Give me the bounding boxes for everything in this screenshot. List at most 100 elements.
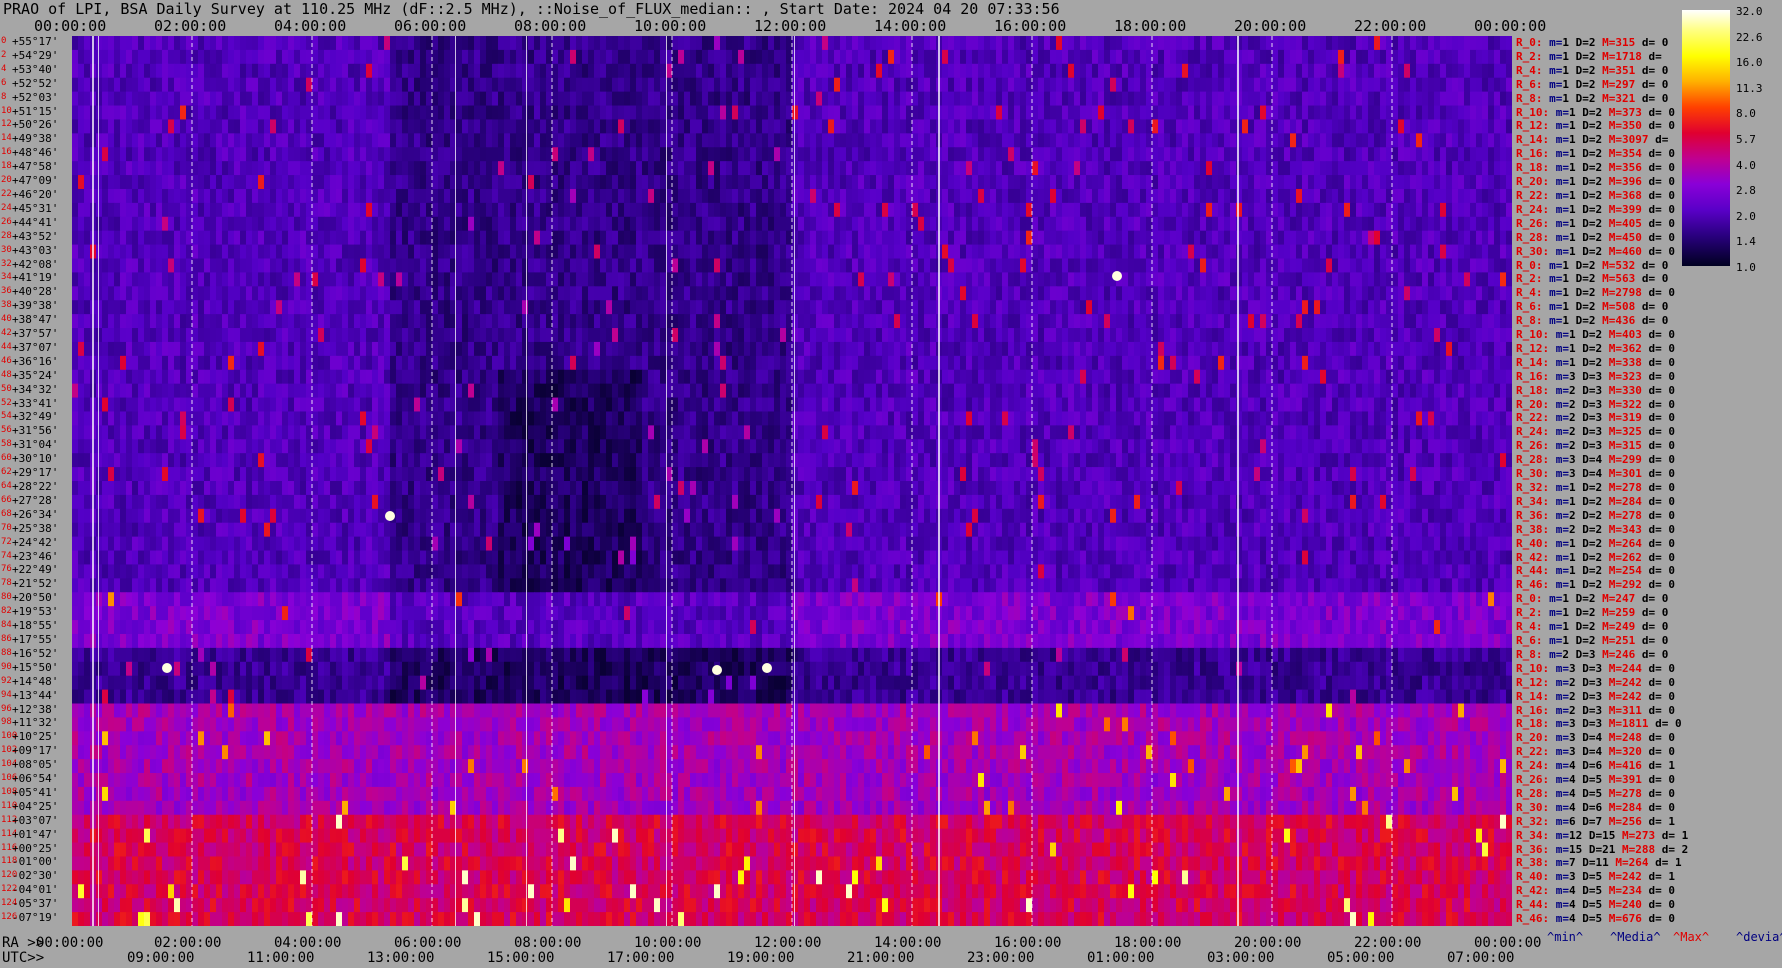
heatmap-cell — [144, 258, 151, 274]
heatmap-cell — [444, 175, 451, 190]
heatmap-cell — [642, 244, 649, 260]
heatmap-cell — [1434, 105, 1441, 121]
heatmap-cell — [684, 175, 691, 190]
heatmap-cell — [1134, 105, 1141, 121]
heatmap-cell — [168, 286, 175, 301]
heatmap-cell — [1404, 216, 1411, 232]
heatmap-cell — [624, 147, 631, 162]
heatmap-cell — [1140, 105, 1147, 121]
heatmap-cell — [1062, 49, 1069, 65]
heatmap-cell — [588, 202, 595, 218]
heatmap-cell — [828, 216, 835, 232]
declination: +22°49' — [12, 563, 59, 577]
heatmap-cell — [816, 133, 823, 148]
heatmap-cell — [174, 244, 181, 260]
heatmap-cell — [894, 230, 901, 246]
heatmap-cell — [1440, 161, 1447, 176]
heatmap-cell — [1506, 272, 1512, 287]
heatmap-cell — [612, 258, 619, 274]
heatmap-cell — [588, 63, 595, 79]
heatmap-cell — [768, 175, 775, 190]
heatmap-cell — [900, 63, 907, 79]
heatmap-cell — [1002, 105, 1009, 121]
heatmap-cell — [204, 91, 211, 107]
heatmap-cell — [246, 105, 253, 121]
heatmap-cell — [384, 188, 391, 204]
heatmap-cell — [564, 161, 571, 176]
heatmap-cell — [624, 77, 631, 93]
heatmap-cell — [420, 161, 427, 176]
heatmap-cell — [1458, 161, 1465, 176]
heatmap-cell — [1434, 147, 1441, 162]
heatmap-cell — [738, 202, 745, 218]
heatmap-cell — [684, 244, 691, 260]
heatmap-cell — [972, 300, 979, 315]
heatmap-cell — [864, 300, 871, 315]
heatmap-cell — [600, 286, 607, 301]
heatmap-cell — [624, 188, 631, 204]
heatmap-cell — [138, 91, 145, 107]
heatmap-cell — [1500, 216, 1507, 232]
heatmap-cell — [108, 63, 115, 79]
heatmap-cell — [960, 300, 967, 315]
heatmap-cell — [978, 244, 985, 260]
heatmap-cell — [768, 36, 775, 51]
heatmap-cell — [1212, 63, 1219, 79]
heatmap-cell — [864, 230, 871, 246]
heatmap-cell — [1122, 119, 1129, 134]
heatmap-cell — [192, 119, 199, 134]
heatmap-cell — [582, 244, 589, 260]
heatmap-cell — [1086, 147, 1093, 162]
heatmap-cell — [924, 91, 931, 107]
heatmap-cell — [168, 49, 175, 65]
heatmap-cell — [468, 244, 475, 260]
heatmap-cell — [294, 49, 301, 65]
heatmap-cell — [1296, 105, 1303, 121]
heatmap-cell — [1482, 105, 1489, 121]
heatmap-cell — [390, 286, 397, 301]
heatmap-cell — [1194, 63, 1201, 79]
heatmap-cell — [402, 36, 409, 51]
heatmap-cell — [132, 147, 139, 162]
heatmap-cell — [1494, 105, 1501, 121]
heatmap-cell — [264, 63, 271, 79]
heatmap-cell — [1068, 258, 1075, 274]
heatmap-cell — [1164, 216, 1171, 232]
heatmap-cell — [1008, 36, 1015, 51]
heatmap-cell — [1086, 244, 1093, 260]
heatmap-cell — [84, 286, 91, 301]
heatmap-cell — [468, 161, 475, 176]
heatmap-cell — [1032, 272, 1039, 287]
heatmap-cell — [918, 175, 925, 190]
heatmap-cell — [726, 63, 733, 79]
heatmap-cell — [402, 119, 409, 134]
heatmap-cell — [738, 258, 745, 274]
heatmap-cell — [1488, 216, 1495, 232]
heatmap-cell — [1182, 147, 1189, 162]
heatmap-cell — [342, 63, 349, 79]
heatmap-cell — [1446, 286, 1453, 301]
heatmap-cell — [1446, 300, 1453, 315]
heatmap-cell — [1422, 36, 1429, 51]
heatmap-cell — [360, 91, 367, 107]
heatmap-cell — [444, 272, 451, 287]
heatmap-cell — [444, 202, 451, 218]
heatmap-cell — [1320, 49, 1327, 65]
heatmap-cell — [348, 300, 355, 315]
heatmap-cell — [210, 49, 217, 65]
heatmap-cell — [1410, 63, 1417, 79]
heatmap-cell — [144, 133, 151, 148]
heatmap-cell — [600, 49, 607, 65]
heatmap-cell — [372, 133, 379, 148]
heatmap-cell — [1200, 175, 1207, 190]
heatmap-cell — [984, 175, 991, 190]
heatmap-cell — [732, 258, 739, 274]
heatmap-cell — [1428, 91, 1435, 107]
heatmap-cell — [222, 77, 229, 93]
heatmap-cell — [1176, 49, 1183, 65]
heatmap-cell — [522, 119, 529, 134]
heatmap-cell — [84, 216, 91, 232]
heatmap-cell — [1068, 230, 1075, 246]
heatmap-cell — [1104, 286, 1111, 301]
heatmap-cell — [492, 119, 499, 134]
